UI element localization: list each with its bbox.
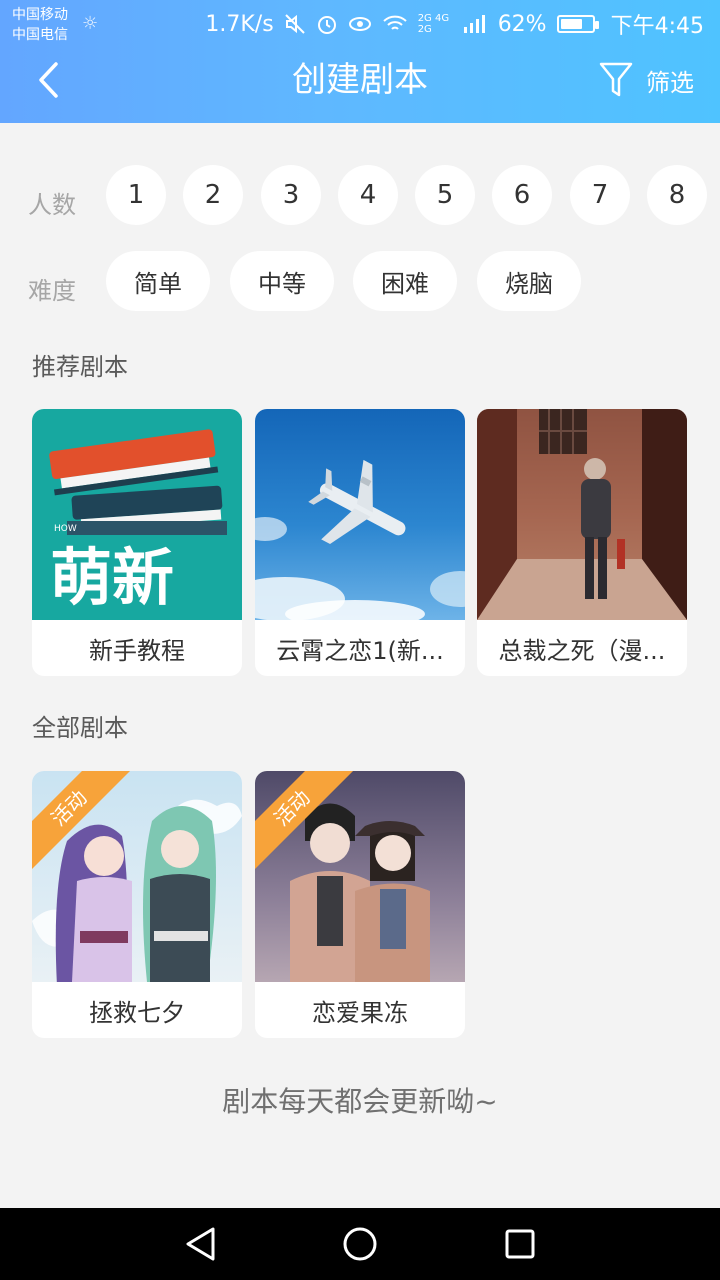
nav-recents-button[interactable]	[498, 1222, 542, 1266]
script-card-ceo-death[interactable]: 总裁之死（漫...	[477, 409, 687, 676]
filter-label: 筛选	[646, 68, 694, 97]
love-jelly-cover-image: 活动	[255, 771, 465, 982]
signal-labels: 2G 4G 2G	[417, 13, 450, 35]
airplane-illustration	[255, 459, 465, 620]
players-option-4[interactable]: 4	[338, 165, 398, 225]
players-label: 人数	[28, 191, 76, 219]
script-card-save-qixi[interactable]: 活动 拯救七夕	[32, 771, 242, 1038]
how-text: HOW	[54, 524, 77, 534]
script-card-tutorial[interactable]: HOW 萌新 新手教程	[32, 409, 242, 676]
circle-home-icon	[343, 1227, 377, 1261]
alley-illustration	[477, 409, 687, 620]
script-title: 拯救七夕	[89, 998, 185, 1027]
system-nav-bar	[0, 1208, 720, 1280]
difficulty-option-hard[interactable]: 困难	[353, 251, 457, 311]
difficulty-option-medium[interactable]: 中等	[230, 251, 334, 311]
carrier-info: 中国移动 中国电信	[12, 5, 68, 45]
players-option-7[interactable]: 7	[570, 165, 630, 225]
mute-icon	[284, 14, 305, 34]
difficulty-filter-row: 难度 简单 中等 困难 烧脑	[0, 251, 720, 311]
books-illustration: HOW 萌新	[49, 429, 227, 614]
update-note: 剧本每天都会更新呦~	[222, 1085, 498, 1118]
network-speed: 1.7K/s	[205, 11, 274, 37]
script-card-love-jelly[interactable]: 活动 恋爱果冻	[255, 771, 465, 1038]
status-right: 1.7K/s 2G 4G 2G 62% 下午4:45	[205, 8, 704, 40]
tutorial-cover-image: HOW 萌新	[32, 409, 242, 620]
status-bar: 中国移动 中国电信 ☼ 1.7K/s 2G 4G 2G 62% 下午4:45	[0, 0, 720, 48]
alley-cover-image	[477, 409, 687, 620]
signal-icon	[463, 15, 485, 33]
nav-back-button[interactable]	[178, 1222, 222, 1266]
players-option-5[interactable]: 5	[415, 165, 475, 225]
filter-icon	[599, 62, 633, 97]
qixi-cover-image: 活动	[32, 771, 242, 982]
filter-button[interactable]: 筛选	[598, 58, 694, 102]
players-option-8[interactable]: 8	[647, 165, 707, 225]
script-title: 云霄之恋1(新...	[276, 636, 444, 665]
difficulty-option-brain[interactable]: 烧脑	[477, 251, 581, 311]
players-option-3[interactable]: 3	[261, 165, 321, 225]
script-title: 总裁之死（漫...	[498, 636, 666, 665]
carrier-2: 中国电信	[12, 27, 68, 43]
battery-percent: 62%	[497, 11, 547, 37]
mengxin-text: 萌新	[50, 541, 174, 614]
nav-home-button[interactable]	[338, 1222, 382, 1266]
header-bar: 中国移动 中国电信 ☼ 1.7K/s 2G 4G 2G 62% 下午4:45 创…	[0, 0, 720, 123]
alarm-icon	[317, 16, 336, 34]
players-option-6[interactable]: 6	[492, 165, 552, 225]
players-filter-row: 人数 1 2 3 4 5 6 7 8	[0, 165, 720, 225]
brightness-icon: ☼	[82, 13, 99, 34]
eye-icon	[348, 17, 371, 31]
difficulty-option-easy[interactable]: 简单	[106, 251, 210, 311]
battery-icon	[556, 15, 599, 33]
triangle-back-icon	[186, 1227, 215, 1261]
recommended-section-title: 推荐剧本	[32, 353, 128, 381]
script-title: 恋爱果冻	[312, 998, 408, 1027]
all-scripts-section-title: 全部剧本	[32, 714, 128, 742]
script-card-cloud-love[interactable]: 云霄之恋1(新...	[255, 409, 465, 676]
script-title: 新手教程	[89, 636, 185, 665]
square-recents-icon	[505, 1229, 535, 1259]
difficulty-label: 难度	[28, 277, 76, 305]
players-option-2[interactable]: 2	[183, 165, 243, 225]
players-option-1[interactable]: 1	[106, 165, 166, 225]
clock: 下午4:45	[610, 14, 704, 39]
wifi-icon	[383, 15, 407, 30]
carrier-1: 中国移动	[12, 7, 68, 23]
airplane-cover-image	[255, 409, 465, 620]
